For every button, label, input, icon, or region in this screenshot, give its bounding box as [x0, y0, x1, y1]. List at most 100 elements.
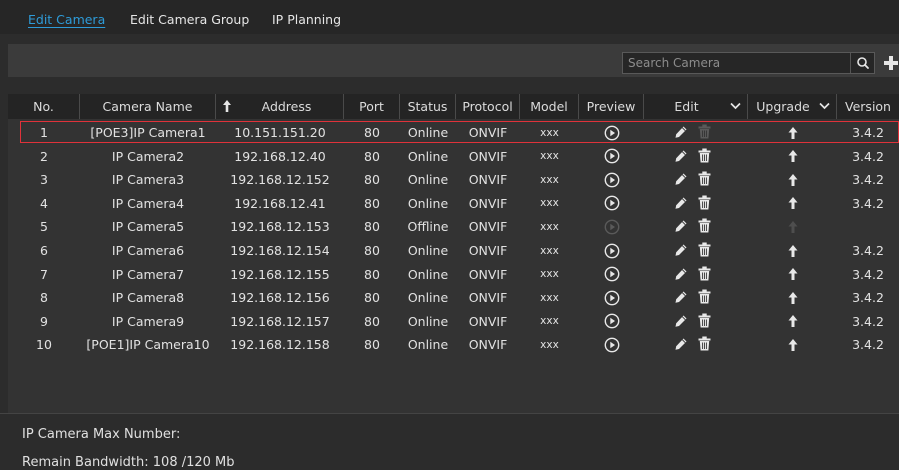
preview-button[interactable]	[579, 310, 644, 333]
upgrade-button[interactable]	[748, 121, 837, 144]
tab-ip-planning[interactable]: IP Planning	[272, 12, 341, 27]
cell-status: Online	[407, 266, 449, 282]
preview-button[interactable]	[579, 263, 644, 286]
search-button[interactable]	[850, 53, 874, 73]
cell-port: 80	[364, 219, 380, 235]
pencil-icon[interactable]	[674, 219, 688, 233]
upload-arrow-icon	[788, 126, 798, 140]
table-row[interactable]: 1 [POE3]IP Camera1 10.151.151.20 80 Online ON…	[8, 121, 899, 144]
trash-icon[interactable]	[698, 218, 711, 233]
col-no: No.	[8, 94, 80, 119]
pencil-icon[interactable]	[674, 125, 688, 139]
upgrade-button[interactable]	[748, 263, 837, 286]
cell-address: 192.168.12.155	[230, 266, 330, 282]
cell-version: 3.4.2	[852, 148, 884, 164]
cell-port: 80	[364, 290, 380, 306]
cell-version: 3.4.2	[852, 337, 884, 353]
play-icon	[604, 195, 620, 211]
edit-actions	[644, 333, 748, 356]
pencil-icon[interactable]	[674, 290, 688, 304]
table-row[interactable]: 3 IP Camera3 192.168.12.152 80 Online ONVIF xx…	[8, 168, 899, 191]
trash-icon[interactable]	[698, 148, 711, 163]
pencil-icon[interactable]	[674, 149, 688, 163]
pencil-icon[interactable]	[674, 267, 688, 281]
trash-icon[interactable]	[698, 242, 711, 257]
cell-name: IP Camera7	[111, 266, 185, 282]
table-row[interactable]: 7 IP Camera7 192.168.12.155 80 Online ONVIF xx…	[8, 263, 899, 286]
pencil-icon[interactable]	[674, 243, 688, 257]
trash-icon[interactable]	[698, 195, 711, 210]
upgrade-button[interactable]	[748, 333, 837, 356]
table-row[interactable]: 2 IP Camera2 192.168.12.40 80 Online ONVIF xxx…	[8, 145, 899, 168]
table-row[interactable]: 9 IP Camera9 192.168.12.157 80 Online ONVIF xx…	[8, 310, 899, 333]
trash-icon[interactable]	[698, 266, 711, 281]
table-row[interactable]: 8 IP Camera8 192.168.12.156 80 Online ONVIF xx…	[8, 286, 899, 309]
camera-table: No. Camera Name Address Port Status Prot…	[8, 94, 899, 413]
pencil-icon[interactable]	[674, 337, 688, 351]
col-upgrade-dropdown[interactable]: Upgrade	[748, 94, 837, 119]
preview-button[interactable]	[579, 121, 644, 144]
cell-version: 3.4.2	[852, 313, 884, 329]
cell-port: 80	[364, 243, 380, 258]
pencil-icon[interactable]	[674, 172, 688, 186]
preview-button	[579, 215, 644, 238]
preview-button[interactable]	[579, 192, 644, 215]
table-row[interactable]: 10 [POE1]IP Camera10 192.168.12.158 80 Onlin…	[8, 333, 899, 356]
cell-protocol: ONVIF	[468, 243, 508, 258]
upload-arrow-icon	[788, 220, 798, 234]
trash-icon[interactable]	[698, 289, 711, 304]
search-input[interactable]	[623, 53, 847, 73]
col-address[interactable]: Address	[216, 94, 344, 119]
cell-name: [POE3]IP Camera1	[90, 125, 206, 140]
preview-button[interactable]	[579, 333, 644, 356]
cell-no: 2	[40, 148, 48, 164]
cell-name: IP Camera5	[111, 219, 185, 235]
cell-protocol: ONVIF	[468, 337, 508, 353]
pencil-icon[interactable]	[674, 314, 688, 328]
table-header: No. Camera Name Address Port Status Prot…	[8, 94, 899, 119]
upgrade-button[interactable]	[748, 168, 837, 191]
cell-model: xxx	[540, 338, 559, 351]
upgrade-button[interactable]	[748, 286, 837, 309]
preview-button[interactable]	[579, 168, 644, 191]
tab-edit-camera-group[interactable]: Edit Camera Group	[130, 12, 249, 27]
cell-address: 10.151.151.20	[234, 125, 326, 140]
cell-name: IP Camera3	[111, 172, 185, 188]
upload-arrow-icon	[788, 291, 798, 305]
cell-no: 8	[40, 290, 48, 306]
cell-port: 80	[364, 313, 380, 329]
upgrade-button[interactable]	[748, 145, 837, 168]
upload-arrow-icon	[788, 149, 798, 163]
cell-address: 192.168.12.157	[230, 313, 330, 329]
cell-address: 192.168.12.156	[230, 290, 330, 306]
tab-edit-camera[interactable]: Edit Camera	[28, 12, 105, 27]
trash-icon[interactable]	[698, 171, 711, 186]
upload-arrow-icon	[788, 244, 798, 258]
play-icon	[604, 243, 620, 259]
pencil-icon[interactable]	[674, 196, 688, 210]
cell-port: 80	[364, 337, 380, 353]
trash-icon[interactable]	[698, 336, 711, 351]
col-edit-dropdown[interactable]: Edit	[644, 94, 748, 119]
cell-model: xxx	[540, 173, 559, 186]
magnifier-icon	[857, 57, 869, 69]
col-camera-name[interactable]: Camera Name	[80, 94, 216, 119]
cell-model: xxx	[540, 197, 559, 210]
preview-button[interactable]	[579, 286, 644, 309]
preview-button[interactable]	[579, 239, 644, 262]
upgrade-button[interactable]	[748, 239, 837, 262]
table-row[interactable]: 6 IP Camera6 192.168.12.154 80 Online ONVIF xx…	[8, 239, 899, 262]
add-camera-button[interactable]	[883, 55, 899, 71]
trash-icon[interactable]	[698, 313, 711, 328]
chevron-down-icon	[819, 102, 830, 110]
table-row[interactable]: 5 IP Camera5 192.168.12.153 80 Offline ONVIF x…	[8, 215, 899, 238]
cell-status: Online	[407, 195, 449, 211]
cell-status: Online	[407, 337, 449, 353]
cell-protocol: ONVIF	[468, 290, 508, 306]
cell-name: IP Camera2	[111, 148, 185, 164]
upgrade-button[interactable]	[748, 192, 837, 215]
cell-model: xxx	[540, 315, 559, 328]
upgrade-button[interactable]	[748, 310, 837, 333]
preview-button[interactable]	[579, 145, 644, 168]
table-row[interactable]: 4 IP Camera4 192.168.12.41 80 Online ONVIF xxx…	[8, 192, 899, 215]
